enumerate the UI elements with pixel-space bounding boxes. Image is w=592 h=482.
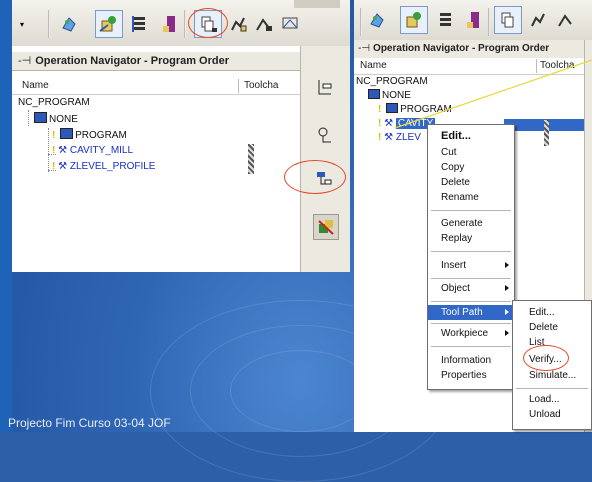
menu-item-tool-path[interactable]: Tool Path	[428, 305, 514, 320]
menu-item-workpiece[interactable]: Workpiece	[428, 326, 514, 341]
menu-item-insert[interactable]: Insert	[428, 258, 514, 273]
menu-separator	[431, 346, 511, 347]
menu-separator	[516, 388, 588, 389]
menu-separator	[431, 301, 511, 302]
menu-item-cut[interactable]: Cut	[428, 145, 514, 160]
menu-item-object[interactable]: Object	[428, 281, 514, 296]
context-menu: Edit... Cut Copy Delete Rename Generate …	[427, 124, 515, 390]
submenu-arrow-icon	[505, 262, 509, 268]
submenu-arrow-icon	[505, 330, 509, 336]
menu-item-edit[interactable]: Edit...	[428, 129, 514, 144]
submenu-item-edit[interactable]: Edit...	[513, 305, 591, 320]
menu-item-information[interactable]: Information	[428, 353, 514, 368]
menu-separator	[431, 210, 511, 211]
menu-separator	[431, 278, 511, 279]
submenu-arrow-icon	[505, 309, 509, 315]
footer-caption: Projecto Fim Curso 03-04 JOF	[8, 416, 171, 430]
menu-item-copy[interactable]: Copy	[428, 160, 514, 175]
menu-separator	[431, 323, 511, 324]
menu-item-rename[interactable]: Rename	[428, 190, 514, 205]
submenu-arrow-icon	[505, 285, 509, 291]
highlight-ellipse	[523, 345, 569, 371]
submenu-item-delete[interactable]: Delete	[513, 320, 591, 335]
menu-separator	[431, 251, 511, 252]
callout-line	[394, 59, 592, 129]
submenu-item-load[interactable]: Load...	[513, 392, 591, 407]
menu-item-generate[interactable]: Generate	[428, 216, 514, 231]
menu-item-properties[interactable]: Properties	[428, 368, 514, 383]
menu-item-replay[interactable]: Replay	[428, 231, 514, 246]
submenu-item-unload[interactable]: Unload	[513, 407, 591, 422]
menu-item-delete[interactable]: Delete	[428, 175, 514, 190]
